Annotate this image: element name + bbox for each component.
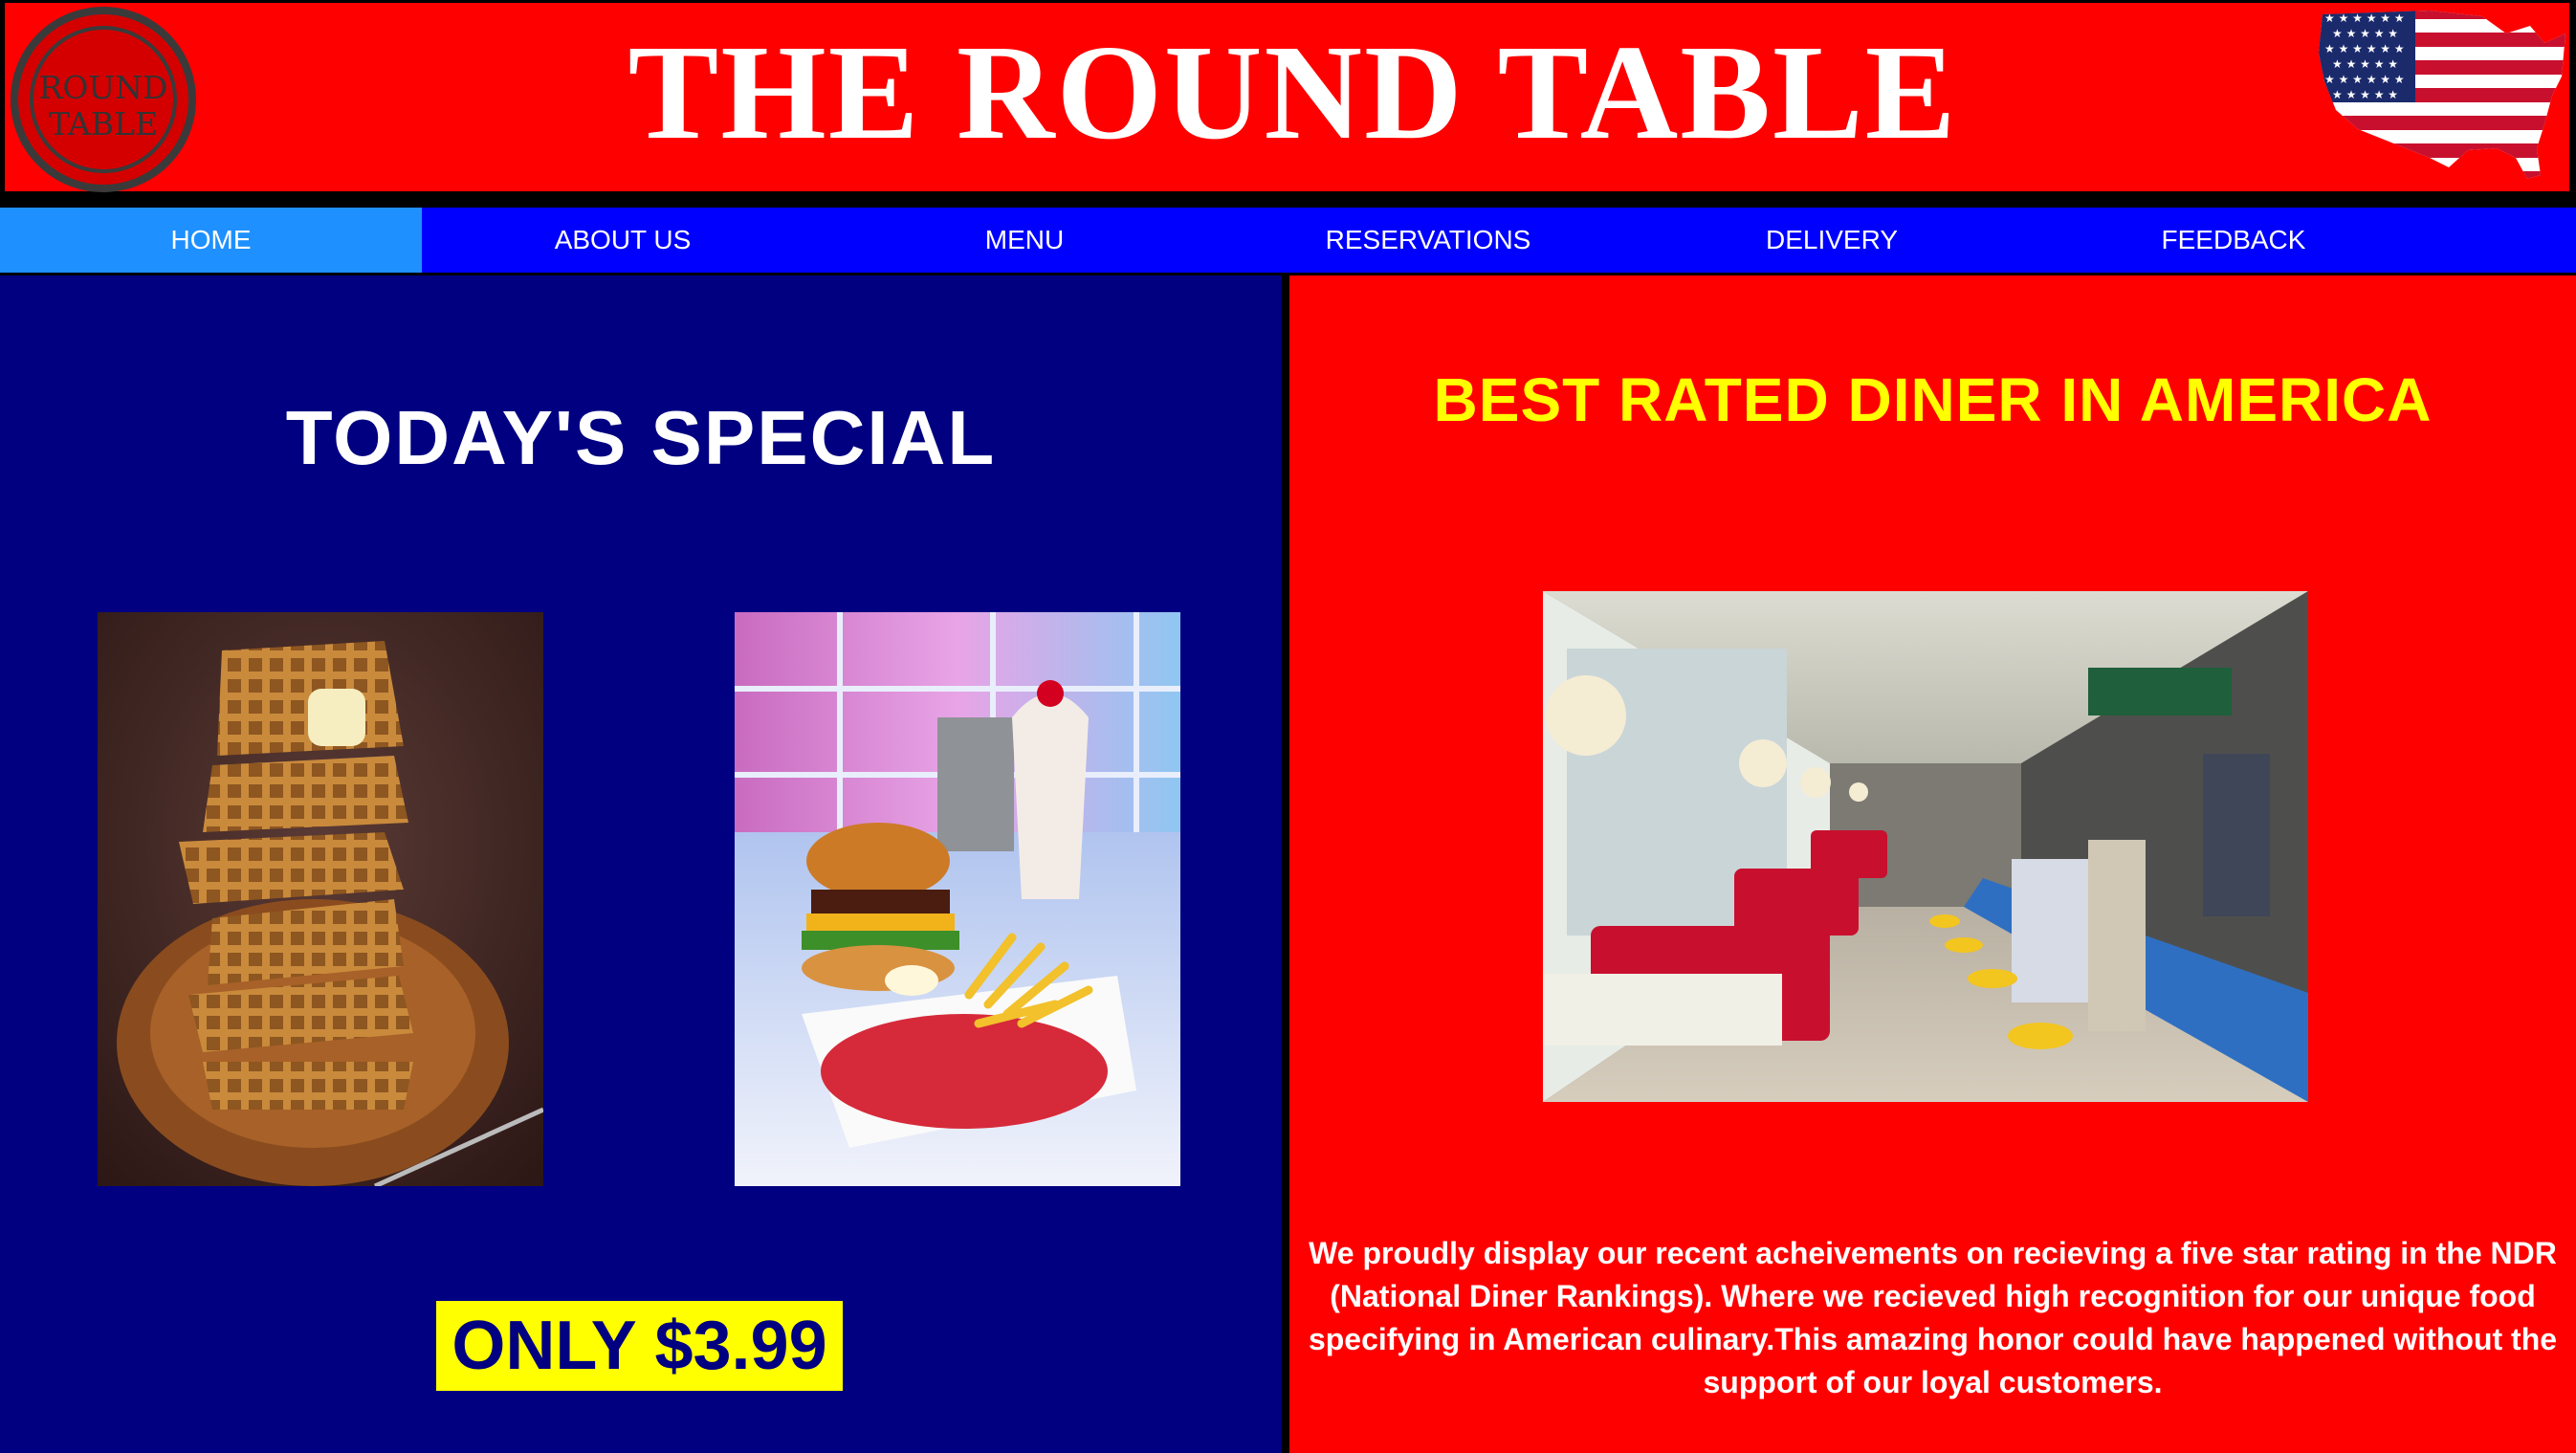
nav-menu[interactable]: MENU	[824, 208, 1225, 273]
diner-interior-photo	[1543, 591, 2308, 1102]
nav-home[interactable]: HOME	[0, 208, 422, 273]
todays-special-panel: TODAY'S SPECIAL ONLY $3.99	[0, 275, 1282, 1453]
waffle-stack-photo	[98, 612, 543, 1186]
svg-text:★ ★ ★ ★ ★ ★: ★ ★ ★ ★ ★ ★	[2324, 73, 2405, 86]
svg-text:★ ★ ★ ★ ★: ★ ★ ★ ★ ★	[2332, 27, 2398, 40]
svg-text:★ ★ ★ ★ ★: ★ ★ ★ ★ ★	[2332, 88, 2398, 101]
achievement-blurb: We proudly display our recent acheivemen…	[1308, 1236, 2558, 1399]
nav-reservations[interactable]: RESERVATIONS	[1225, 208, 1631, 273]
nav-about-us[interactable]: ABOUT US	[422, 208, 824, 273]
best-rated-panel: BEST RATED DINER IN AMERICA We proudly d…	[1289, 275, 2576, 1453]
best-rated-title: BEST RATED DINER IN AMERICA	[1433, 365, 2433, 434]
todays-special-title: TODAY'S SPECIAL	[285, 395, 997, 480]
svg-text:★ ★ ★ ★ ★ ★: ★ ★ ★ ★ ★ ★	[2324, 42, 2405, 55]
header-banner: ROUND TABLE THE ROUND TABLE ★ ★ ★ ★ ★ ★ …	[5, 3, 2569, 192]
svg-text:★ ★ ★ ★ ★ ★: ★ ★ ★ ★ ★ ★	[2324, 11, 2405, 25]
svg-text:★ ★ ★ ★ ★: ★ ★ ★ ★ ★	[2332, 57, 2398, 71]
special-price-badge: ONLY $3.99	[436, 1301, 843, 1391]
usa-map-flag-icon: ★ ★ ★ ★ ★ ★ ★ ★ ★ ★ ★ ★ ★ ★ ★ ★ ★ ★ ★ ★ …	[2319, 11, 2565, 179]
site-header: ROUND TABLE THE ROUND TABLE ★ ★ ★ ★ ★ ★ …	[0, 0, 2576, 202]
nav-delivery[interactable]: DELIVERY	[1631, 208, 2033, 273]
nav-feedback[interactable]: FEEDBACK	[2033, 208, 2434, 273]
site-title: THE ROUND TABLE	[627, 16, 1958, 167]
main-nav: HOME ABOUT US MENU RESERVATIONS DELIVERY…	[0, 208, 2576, 273]
burger-fries-milkshake-photo	[735, 612, 1180, 1186]
